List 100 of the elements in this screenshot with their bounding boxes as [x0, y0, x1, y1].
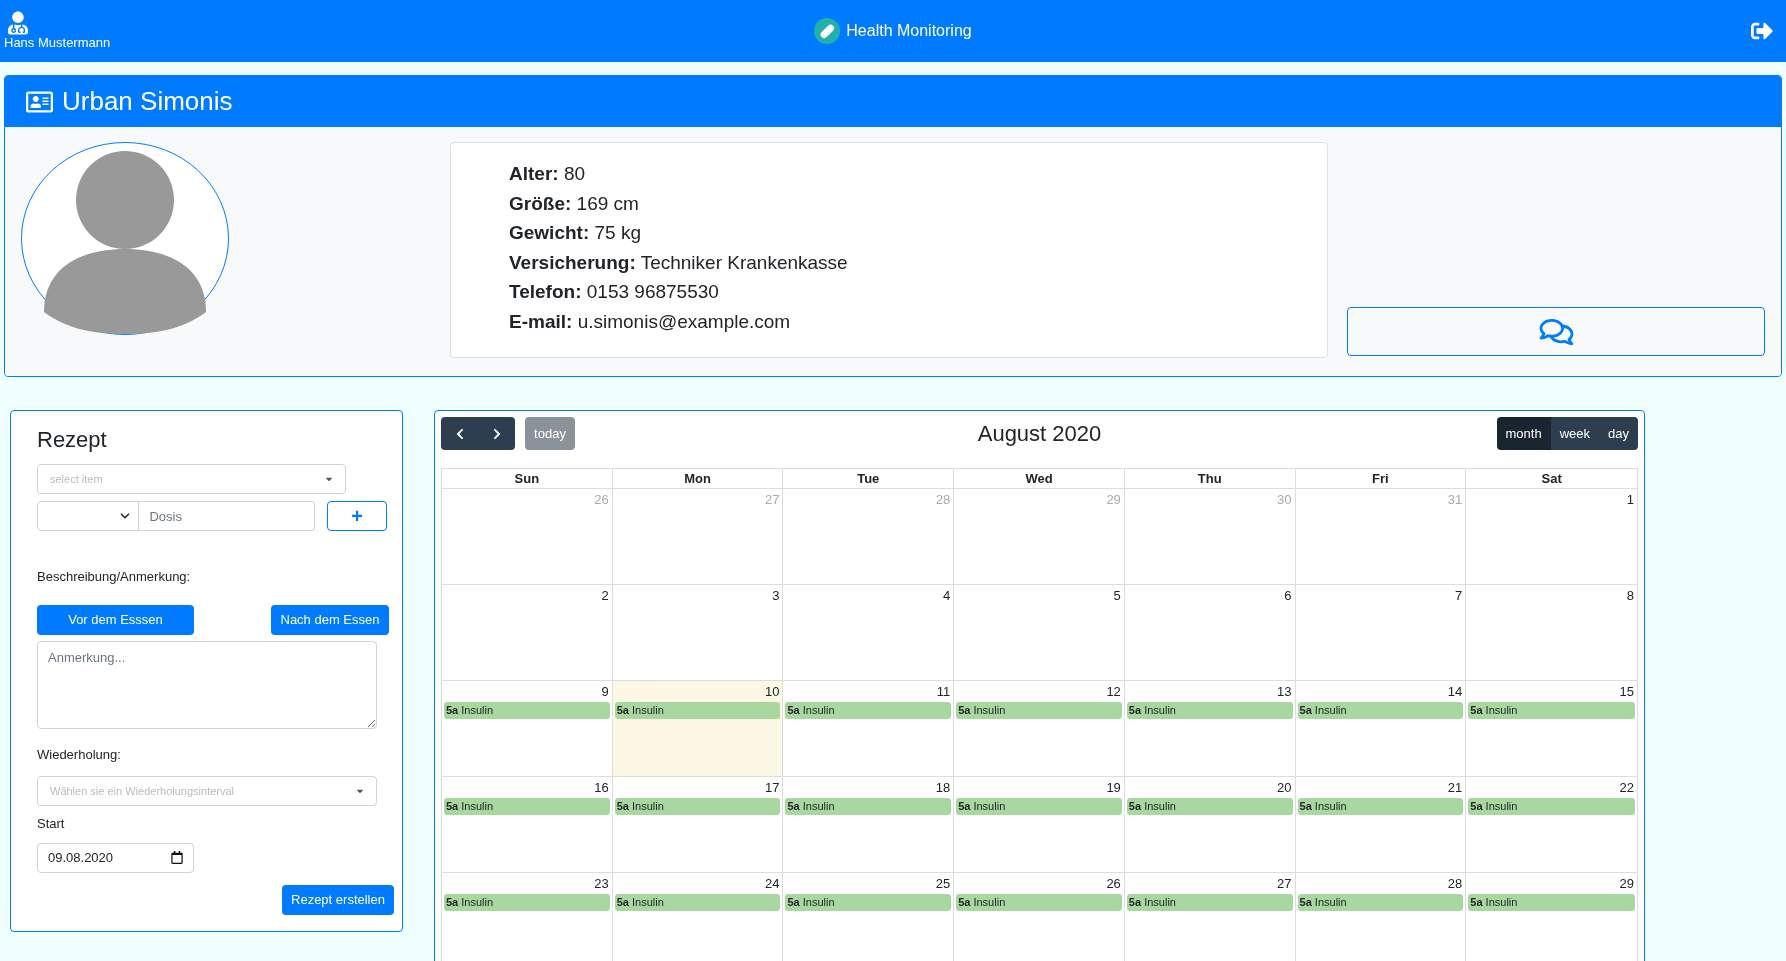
- weekday-header: Thu: [1124, 469, 1296, 488]
- day-number: 26: [594, 492, 609, 508]
- day-number: 16: [594, 780, 609, 796]
- day-cell[interactable]: 14 5a Insulin: [1295, 681, 1467, 776]
- next-button[interactable]: [478, 417, 515, 450]
- detail-line: Versicherung: Techniker Krankenkasse: [509, 250, 848, 275]
- calendar-event[interactable]: 5a Insulin: [1468, 702, 1635, 719]
- day-number: 31: [1447, 492, 1463, 508]
- day-number: 23: [594, 876, 609, 892]
- calendar-event[interactable]: 5a Insulin: [1297, 702, 1464, 719]
- day-number: 1: [1626, 492, 1634, 508]
- day-cell[interactable]: 19 5a Insulin: [954, 777, 1125, 872]
- day-number: 12: [1106, 684, 1121, 700]
- before-meal-button[interactable]: Vor dem Esssen: [37, 604, 194, 635]
- calendar-event[interactable]: 5a Insulin: [444, 894, 610, 911]
- start-date-field[interactable]: 09.08.2020: [37, 842, 194, 873]
- day-cell[interactable]: 20 5a Insulin: [1124, 777, 1296, 872]
- detail-line: Gewicht: 75 kg: [509, 221, 641, 245]
- day-cell[interactable]: 11 5a Insulin: [783, 681, 955, 776]
- calendar-event[interactable]: 5a Insulin: [614, 894, 781, 911]
- dose-field[interactable]: Dosis: [139, 501, 316, 531]
- day-cell[interactable]: 24 5a Insulin: [612, 873, 784, 961]
- patient-name: Urban Simonis: [62, 85, 233, 118]
- calendar-icon: [171, 851, 183, 864]
- day-cell[interactable]: 12 5a Insulin: [954, 681, 1125, 776]
- day-number: 7: [1455, 588, 1463, 604]
- day-cell[interactable]: 16 5a Insulin: [442, 777, 613, 872]
- day-cell[interactable]: 23 5a Insulin: [442, 873, 613, 961]
- id-card-icon: [25, 89, 54, 114]
- day-cell[interactable]: 17 5a Insulin: [612, 777, 784, 872]
- day-number: 19: [1106, 780, 1121, 796]
- repeat-label: Wiederholung:: [37, 745, 121, 764]
- calendar-event[interactable]: 5a Insulin: [956, 702, 1122, 719]
- weekday-header: Mon: [612, 469, 784, 488]
- calendar-event[interactable]: 5a Insulin: [1126, 894, 1293, 911]
- day-number: 4: [942, 588, 951, 604]
- day-number: 14: [1447, 684, 1463, 700]
- day-number: 10: [764, 684, 780, 700]
- day-cell[interactable]: 10 5a Insulin: [612, 681, 784, 776]
- create-prescription-button[interactable]: Rezept erstellen: [282, 884, 394, 915]
- app-title: Health Monitoring: [846, 21, 972, 41]
- view-tab[interactable]: day: [1599, 417, 1638, 450]
- add-button[interactable]: +: [327, 501, 387, 531]
- user-name: Hans Mustermann: [4, 35, 111, 51]
- after-meal-button[interactable]: Nach dem Essen: [271, 604, 389, 635]
- day-number: 27: [764, 492, 780, 508]
- view-tab[interactable]: week: [1550, 417, 1599, 450]
- start-label: Start: [37, 815, 65, 833]
- day-cell[interactable]: 27 5a Insulin: [1124, 873, 1296, 961]
- day-number: 24: [764, 876, 780, 892]
- day-cell[interactable]: 9 5a Insulin: [442, 681, 613, 776]
- weekday-header: Tue: [783, 469, 955, 488]
- calendar-event[interactable]: 5a Insulin: [1126, 798, 1293, 815]
- detail-line: E-mail: u.simonis@example.com: [509, 309, 791, 334]
- calendar-event[interactable]: 5a Insulin: [956, 894, 1122, 911]
- calendar-event[interactable]: 5a Insulin: [1126, 702, 1293, 719]
- avatar-icon: [21, 142, 229, 335]
- day-number: 9: [601, 684, 609, 700]
- doctor-icon[interactable]: [8, 11, 28, 35]
- day-cell[interactable]: 26 5a Insulin: [954, 873, 1125, 961]
- calendar-event[interactable]: 5a Insulin: [614, 702, 781, 719]
- calendar-title: August 2020: [977, 420, 1102, 448]
- day-cell[interactable]: 13 5a Insulin: [1124, 681, 1296, 776]
- calendar-event[interactable]: 5a Insulin: [785, 894, 952, 911]
- view-tab[interactable]: month: [1496, 417, 1551, 450]
- calendar-event[interactable]: 5a Insulin: [1297, 798, 1464, 815]
- logout-icon[interactable]: [1750, 20, 1774, 42]
- day-number: 20: [1277, 780, 1292, 796]
- detail-line: Alter: 80: [509, 162, 586, 186]
- day-number: 26: [1106, 876, 1121, 892]
- calendar-event[interactable]: 5a Insulin: [785, 798, 952, 815]
- calendar-event[interactable]: 5a Insulin: [1468, 894, 1635, 911]
- day-number: 27: [1277, 876, 1292, 892]
- detail-line: Telefon: 0153 96875530: [509, 280, 719, 304]
- calendar-event[interactable]: 5a Insulin: [785, 702, 952, 719]
- calendar-event[interactable]: 5a Insulin: [1297, 894, 1464, 911]
- day-cell[interactable]: 21 5a Insulin: [1295, 777, 1467, 872]
- day-number: 30: [1277, 492, 1292, 508]
- chevron-left-icon: [454, 427, 465, 440]
- weekday-header: Sun: [442, 469, 613, 488]
- day-number: 2: [601, 588, 609, 604]
- day-number: 3: [772, 588, 780, 604]
- note-field[interactable]: Anmerkung...: [37, 640, 377, 729]
- weekday-header: Fri: [1295, 469, 1467, 488]
- day-number: 25: [935, 876, 951, 892]
- previous-button[interactable]: [441, 417, 478, 450]
- day-number: 5: [1113, 588, 1121, 604]
- day-number: 17: [764, 780, 780, 796]
- day-cell[interactable]: 25 5a Insulin: [783, 873, 955, 961]
- weekday-header: Sat: [1540, 470, 1563, 488]
- pill-icon: [814, 18, 841, 44]
- calendar-event[interactable]: 5a Insulin: [614, 798, 781, 815]
- day-cell[interactable]: 18 5a Insulin: [783, 777, 955, 872]
- chat-button[interactable]: [1347, 307, 1765, 356]
- calendar-event[interactable]: 5a Insulin: [444, 798, 610, 815]
- day-cell[interactable]: 28 5a Insulin: [1295, 873, 1467, 961]
- day-number: 21: [1447, 780, 1463, 796]
- calendar-event[interactable]: 5a Insulin: [956, 798, 1122, 815]
- calendar-event[interactable]: 5a Insulin: [1468, 798, 1635, 815]
- calendar-event[interactable]: 5a Insulin: [444, 702, 610, 719]
